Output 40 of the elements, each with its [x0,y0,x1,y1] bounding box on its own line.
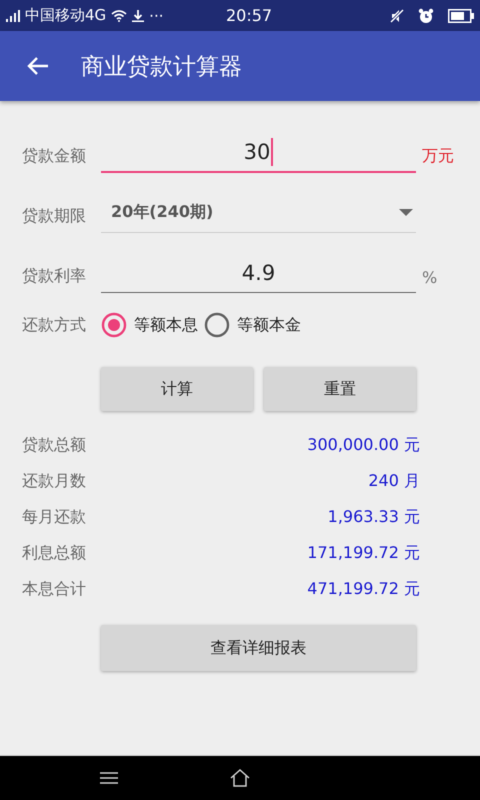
detail-report-button[interactable]: 查看详细报表 [101,625,416,671]
menu-icon[interactable] [100,772,118,784]
radio-label[interactable]: 等额本金 [237,314,301,336]
result-label: 贷款总额 [22,434,86,456]
field-label: 贷款利率 [22,266,87,287]
wifi-icon [111,10,128,22]
battery-icon [448,8,474,22]
screen-title: 商业贷款计算器 [81,52,242,82]
result-label: 本息合计 [22,578,86,600]
dropdown-arrow-icon [399,208,413,216]
result-value: 471,199.72 元 [307,578,420,600]
status-time: 20:57 [226,6,272,25]
unit-label: 万元 [422,146,454,167]
carrier-name: 中国移动4G [25,6,106,25]
input-field[interactable]: 30 [101,133,416,173]
radio-button[interactable] [204,312,230,338]
result-label: 每月还款 [22,506,86,528]
home-icon[interactable] [230,769,250,787]
field-label: 贷款期限 [22,206,87,227]
action-button[interactable]: 计算 [101,367,253,411]
signal-icon [6,10,20,22]
muted-speaker-icon [390,8,404,22]
result-label: 还款月数 [22,470,86,492]
back-arrow-icon [27,57,49,75]
more-indicator: ··· [149,6,164,24]
alarm-clock-icon [418,8,434,24]
result-value: 1,963.33 元 [328,506,420,528]
field-label: 贷款金额 [22,146,87,167]
radio-label[interactable]: 等额本息 [134,314,198,336]
action-button[interactable]: 重置 [264,367,416,411]
input-field[interactable]: 4.9 [101,253,416,293]
field-label: 还款方式 [22,314,87,336]
dropdown[interactable]: 20年(240期) [101,193,416,233]
unit-label: % [422,268,438,289]
result-value: 240 月 [368,470,420,492]
result-value: 300,000.00 元 [307,434,420,456]
result-label: 利息总额 [22,542,86,564]
radio-button[interactable] [101,312,127,338]
download-icon [132,10,144,22]
result-value: 171,199.72 元 [307,542,420,564]
